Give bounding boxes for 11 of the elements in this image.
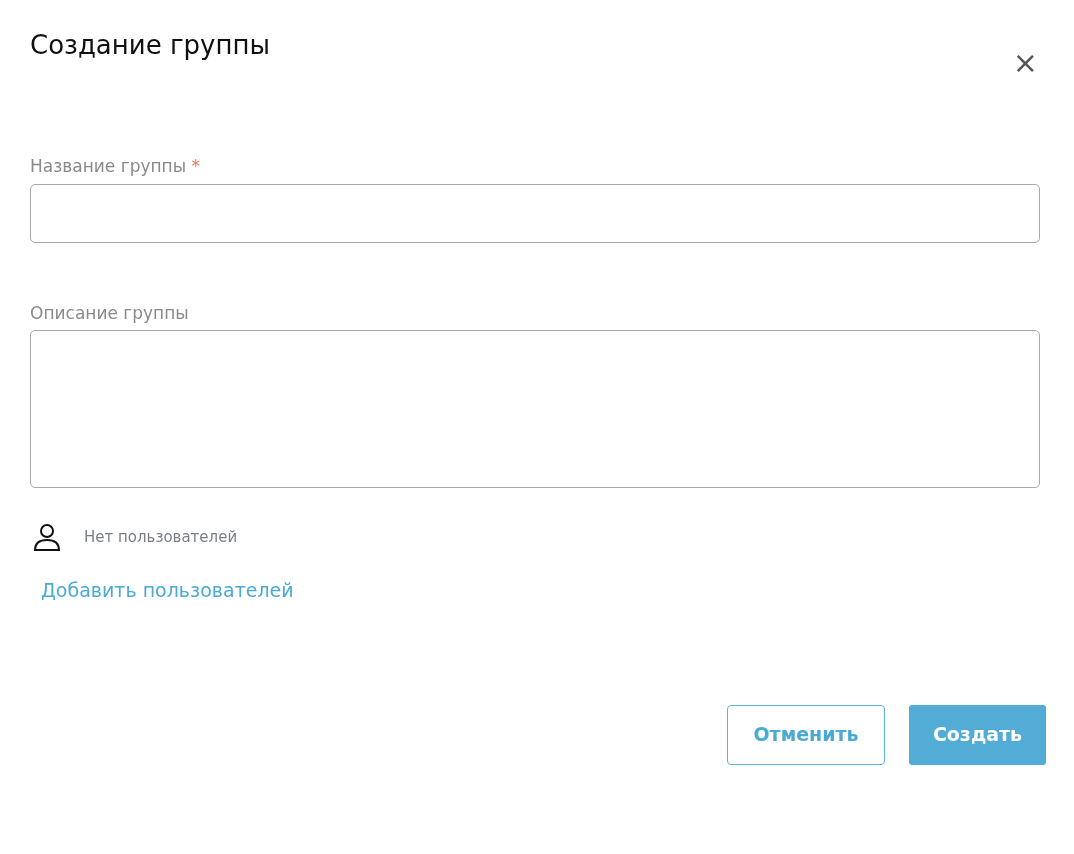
- dialog-title: Создание группы: [30, 30, 271, 62]
- close-button[interactable]: ×: [1010, 48, 1040, 78]
- add-users-link[interactable]: Добавить пользователей: [41, 579, 294, 601]
- name-field[interactable]: [30, 183, 1040, 243]
- empty-users-text: Нет пользователей: [84, 526, 238, 548]
- field-label: Название группы *: [30, 155, 202, 178]
- cancel-button[interactable]: Отменить: [727, 704, 885, 765]
- field-label: Описание группы: [30, 301, 190, 325]
- description-field[interactable]: [30, 330, 1040, 488]
- user-icon: [32, 522, 62, 552]
- create-button[interactable]: Создать: [909, 704, 1046, 765]
